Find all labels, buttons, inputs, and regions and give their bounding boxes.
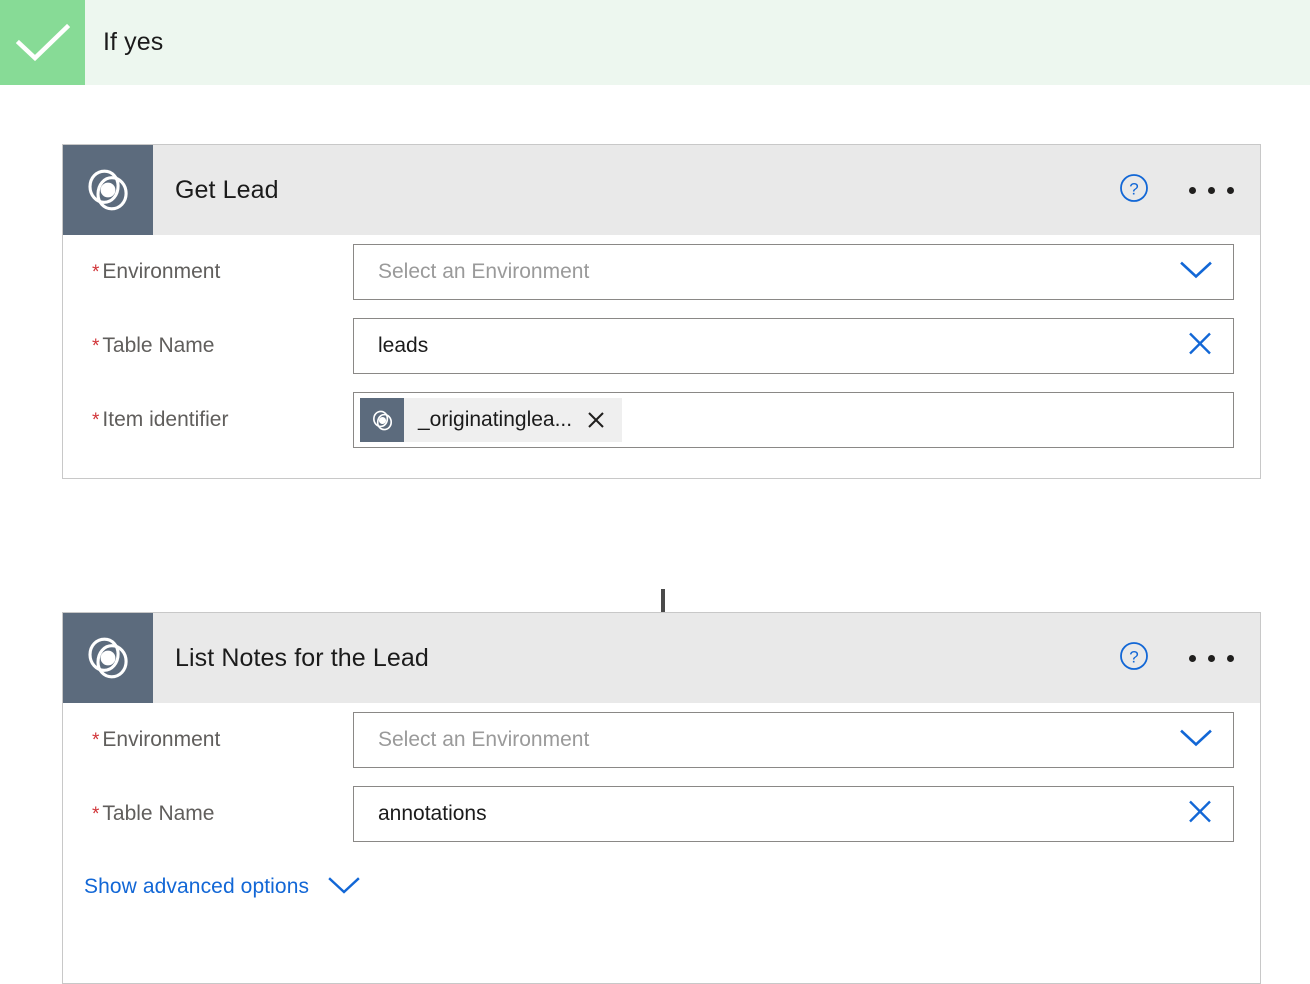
required-asterisk: * (92, 730, 100, 751)
item-identifier-input[interactable]: _originatinglea... (353, 392, 1234, 448)
field-label-text: Item identifier (102, 408, 229, 431)
field-label-environment: * Environment (63, 260, 353, 284)
action-card-get-lead[interactable]: Get Lead ? * Environment Select an Envir… (62, 144, 1261, 479)
ellipsis-dot (1208, 654, 1215, 662)
table-name-value: leads (378, 334, 429, 357)
card-body: * Environment Select an Environment * Tabl… (63, 235, 1260, 478)
token-label: _originatinglea... (418, 408, 573, 431)
environment-dropdown[interactable]: Select an Environment (353, 712, 1234, 768)
field-row-table-name: * Table Name leads (63, 309, 1260, 383)
field-label-table-name: * Table Name (63, 802, 353, 826)
help-circle-icon[interactable]: ? (1119, 173, 1149, 208)
dataverse-icon (360, 398, 404, 442)
field-row-table-name: * Table Name annotations (63, 777, 1260, 851)
svg-text:?: ? (1129, 647, 1138, 666)
field-row-item-identifier: * Item identifier _originatinglea... (63, 383, 1260, 457)
show-advanced-options-row[interactable]: Show advanced options (63, 851, 1260, 923)
svg-text:?: ? (1129, 179, 1138, 198)
card-body: * Environment Select an Environment * Tabl… (63, 703, 1260, 983)
field-label-table-name: * Table Name (63, 334, 353, 358)
required-asterisk: * (92, 804, 100, 825)
card-body-spacer (63, 923, 1260, 983)
branch-check-badge (0, 0, 85, 85)
card-body-spacer (63, 457, 1260, 478)
close-icon[interactable] (1187, 799, 1213, 830)
field-label-text: Environment (102, 728, 221, 751)
chevron-down-icon[interactable] (1179, 728, 1213, 753)
close-icon[interactable] (1187, 331, 1213, 362)
show-advanced-options-link[interactable]: Show advanced options (84, 875, 309, 899)
checkmark-icon (15, 23, 70, 63)
dataverse-icon (63, 145, 153, 235)
field-row-environment: * Environment Select an Environment (63, 235, 1260, 309)
card-title: List Notes for the Lead (175, 643, 429, 672)
flow-canvas: Get Lead ? * Environment Select an Envir… (0, 85, 1310, 984)
branch-title: If yes (103, 28, 164, 56)
branch-header-if-yes: If yes (0, 0, 1310, 85)
field-label-text: Table Name (102, 334, 215, 357)
environment-dropdown[interactable]: Select an Environment (353, 244, 1234, 300)
field-label-text: Environment (102, 260, 221, 283)
field-label-text: Table Name (102, 802, 215, 825)
environment-placeholder: Select an Environment (378, 260, 590, 283)
required-asterisk: * (92, 336, 100, 357)
ellipsis-dot (1189, 186, 1196, 194)
card-header-actions: ? (1119, 613, 1238, 703)
card-header[interactable]: Get Lead ? (63, 145, 1260, 235)
ellipsis-dot (1208, 186, 1215, 194)
ellipsis-dot (1227, 186, 1234, 194)
table-name-input[interactable]: leads (353, 318, 1234, 374)
card-header-actions: ? (1119, 145, 1238, 235)
card-title: Get Lead (175, 175, 279, 204)
table-name-value: annotations (378, 802, 487, 825)
field-label-item-identifier: * Item identifier (63, 408, 353, 432)
field-row-environment: * Environment Select an Environment (63, 703, 1260, 777)
ellipsis-dot (1189, 654, 1196, 662)
environment-placeholder: Select an Environment (378, 728, 590, 751)
dataverse-icon (63, 613, 153, 703)
ellipsis-dot (1227, 654, 1234, 662)
chevron-down-icon[interactable] (327, 875, 361, 900)
action-card-list-notes-for-the-lead[interactable]: List Notes for the Lead ? * Environment … (62, 612, 1261, 984)
required-asterisk: * (92, 262, 100, 283)
card-header[interactable]: List Notes for the Lead ? (63, 613, 1260, 703)
close-icon[interactable] (586, 410, 622, 430)
chevron-down-icon[interactable] (1179, 260, 1213, 285)
dynamic-content-token[interactable]: _originatinglea... (360, 398, 623, 442)
field-label-environment: * Environment (63, 728, 353, 752)
help-circle-icon[interactable]: ? (1119, 641, 1149, 676)
ellipsis-icon[interactable] (1185, 649, 1238, 668)
ellipsis-icon[interactable] (1185, 181, 1238, 200)
table-name-input[interactable]: annotations (353, 786, 1234, 842)
required-asterisk: * (92, 410, 100, 431)
